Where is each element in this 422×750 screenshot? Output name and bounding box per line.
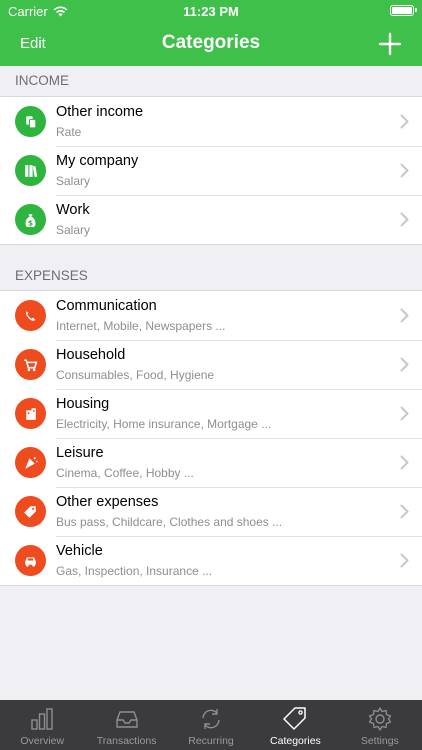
- chevron-right-icon: [400, 308, 409, 323]
- party-icon: [15, 447, 46, 478]
- tab-categories[interactable]: Categories: [253, 700, 337, 750]
- chevron-right-icon: [400, 212, 409, 227]
- category-subcategories: Electricity, Home insurance, Mortgage ..…: [56, 417, 272, 431]
- tab-transactions[interactable]: Transactions: [84, 700, 168, 750]
- tab-label: Categories: [270, 735, 321, 747]
- income-category-row[interactable]: $ Work Salary: [0, 195, 422, 244]
- phone-icon: [15, 300, 46, 331]
- navigation-bar: Edit Categories: [0, 22, 422, 66]
- category-name: Other expenses: [56, 494, 159, 510]
- category-subcategories: Gas, Inspection, Insurance ...: [56, 564, 213, 578]
- gear-icon: [368, 707, 391, 731]
- tab-recurring[interactable]: Recurring: [169, 700, 253, 750]
- category-name: Household: [56, 347, 126, 363]
- category-subcategories: Consumables, Food, Hygiene: [56, 368, 215, 382]
- expense-category-row[interactable]: Vehicle Gas, Inspection, Insurance ...: [0, 536, 422, 585]
- chevron-right-icon: [400, 114, 409, 129]
- income-list: Other income Rate My company Salary $ Work Sal…: [0, 96, 422, 245]
- category-subcategories: Rate: [56, 125, 82, 139]
- tag-icon: [15, 496, 46, 527]
- plus-icon: [378, 32, 402, 56]
- tab-label: Overview: [20, 735, 65, 747]
- expenses-section-header: EXPENSES: [15, 268, 88, 283]
- add-category-button[interactable]: [376, 30, 404, 58]
- books-icon: [15, 155, 46, 186]
- tab-label: Transactions: [96, 735, 157, 747]
- chevron-right-icon: [400, 504, 409, 519]
- building-icon: [15, 398, 46, 429]
- category-subcategories: Salary: [56, 174, 91, 188]
- category-subcategories: Internet, Mobile, Newspapers ...: [56, 319, 226, 333]
- category-name: Work: [56, 202, 90, 218]
- category-subcategories: Bus pass, Childcare, Clothes and shoes .…: [56, 515, 283, 529]
- tab-label: Settings: [360, 735, 399, 747]
- expense-category-row[interactable]: Other expenses Bus pass, Childcare, Cloth…: [0, 487, 422, 536]
- category-subcategories: Salary: [56, 223, 91, 237]
- category-subcategories: Cinema, Coffee, Hobby ...: [56, 466, 194, 480]
- category-name: Housing: [56, 396, 110, 412]
- income-category-row[interactable]: Other income Rate: [0, 97, 422, 146]
- expenses-list: Communication Internet, Mobile, Newspaper…: [0, 290, 422, 586]
- category-name: Communication: [56, 298, 157, 314]
- expense-category-row[interactable]: Leisure Cinema, Coffee, Hobby ...: [0, 438, 422, 487]
- inbox-tray-icon: [115, 711, 138, 728]
- category-name: Other income: [56, 104, 144, 120]
- chevron-right-icon: [400, 163, 409, 178]
- expense-category-row[interactable]: Communication Internet, Mobile, Newspaper…: [0, 291, 422, 340]
- svg-text:$: $: [28, 218, 33, 227]
- chevron-right-icon: [400, 406, 409, 421]
- status-bar: Carrier 11:23 PM: [0, 0, 422, 22]
- cart-icon: [15, 349, 46, 380]
- tab-bar: Overview Transactions Recurring Categories S…: [0, 700, 422, 750]
- tab-settings[interactable]: Settings: [338, 700, 422, 750]
- chevron-right-icon: [400, 455, 409, 470]
- repeat-icon: [202, 709, 220, 729]
- category-name: My company: [56, 153, 139, 169]
- coins-icon: [15, 106, 46, 137]
- status-time: 11:23 PM: [183, 4, 239, 19]
- battery-icon: [390, 5, 417, 16]
- tag-icon: [283, 707, 307, 730]
- expense-category-row[interactable]: Household Consumables, Food, Hygiene: [0, 340, 422, 389]
- category-name: Leisure: [56, 445, 104, 461]
- chevron-right-icon: [400, 553, 409, 568]
- car-icon: [15, 545, 46, 576]
- category-name: Vehicle: [56, 543, 103, 559]
- income-section-header: INCOME: [15, 73, 69, 88]
- money-bag-icon: $: [15, 204, 46, 235]
- tab-label: Recurring: [188, 735, 234, 747]
- chevron-right-icon: [400, 357, 409, 372]
- expense-category-row[interactable]: Housing Electricity, Home insurance, Mort…: [0, 389, 422, 438]
- page-title: Categories: [161, 32, 261, 53]
- bar-chart-icon: [31, 708, 53, 730]
- income-category-row[interactable]: My company Salary: [0, 146, 422, 195]
- tab-overview[interactable]: Overview: [0, 700, 84, 750]
